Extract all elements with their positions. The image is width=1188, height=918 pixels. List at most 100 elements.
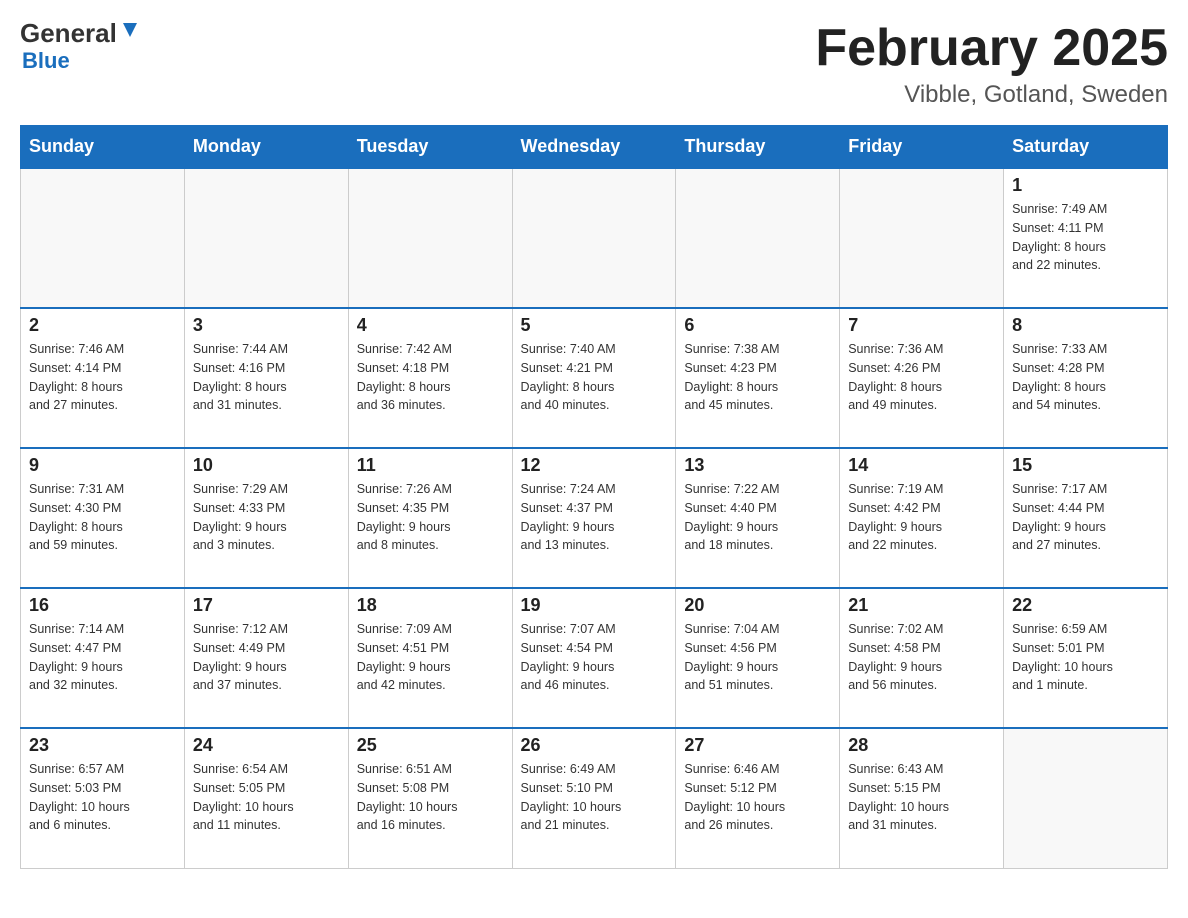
weekday-header-sunday: Sunday [21,126,185,169]
day-info: Sunrise: 7:12 AM Sunset: 4:49 PM Dayligh… [193,620,340,695]
calendar-cell: 11 Sunrise: 7:26 AM Sunset: 4:35 PM Dayli… [348,448,512,588]
calendar-cell: 12 Sunrise: 7:24 AM Sunset: 4:37 PM Dayli… [512,448,676,588]
calendar-cell [184,168,348,308]
calendar-cell: 25 Sunrise: 6:51 AM Sunset: 5:08 PM Dayli… [348,728,512,868]
calendar-cell: 9Sunrise: 7:31 AM Sunset: 4:30 PM Daylig… [21,448,185,588]
calendar-cell: 17 Sunrise: 7:12 AM Sunset: 4:49 PM Dayli… [184,588,348,728]
calendar-cell: 27 Sunrise: 6:46 AM Sunset: 5:12 PM Dayli… [676,728,840,868]
day-info: Sunrise: 6:57 AM Sunset: 5:03 PM Dayligh… [29,760,176,835]
calendar-cell: 22Sunrise: 6:59 AM Sunset: 5:01 PM Dayli… [1004,588,1168,728]
day-number: 8 [1012,315,1159,336]
day-info: Sunrise: 7:40 AM Sunset: 4:21 PM Dayligh… [521,340,668,415]
day-number: 21 [848,595,995,616]
logo: General Blue [20,20,141,74]
calendar-cell: 3Sunrise: 7:44 AM Sunset: 4:16 PM Daylig… [184,308,348,448]
calendar-body: 1 Sunrise: 7:49 AM Sunset: 4:11 PM Daylig… [21,168,1168,868]
day-info: Sunrise: 6:46 AM Sunset: 5:12 PM Dayligh… [684,760,831,835]
day-info: Sunrise: 7:04 AM Sunset: 4:56 PM Dayligh… [684,620,831,695]
day-number: 19 [521,595,668,616]
day-info: Sunrise: 7:22 AM Sunset: 4:40 PM Dayligh… [684,480,831,555]
calendar-table: SundayMondayTuesdayWednesdayThursdayFrid… [20,125,1168,869]
day-info: Sunrise: 7:09 AM Sunset: 4:51 PM Dayligh… [357,620,504,695]
day-number: 11 [357,455,504,476]
calendar-cell: 16 Sunrise: 7:14 AM Sunset: 4:47 PM Dayli… [21,588,185,728]
calendar-cell [512,168,676,308]
day-number: 27 [684,735,831,756]
week-row-3: 9Sunrise: 7:31 AM Sunset: 4:30 PM Daylig… [21,448,1168,588]
day-info: Sunrise: 7:02 AM Sunset: 4:58 PM Dayligh… [848,620,995,695]
calendar-cell [1004,728,1168,868]
day-number: 23 [29,735,176,756]
day-number: 6 [684,315,831,336]
calendar-cell: 6 Sunrise: 7:38 AM Sunset: 4:23 PM Daylig… [676,308,840,448]
day-info: Sunrise: 7:38 AM Sunset: 4:23 PM Dayligh… [684,340,831,415]
day-number: 9 [29,455,176,476]
weekday-header-row: SundayMondayTuesdayWednesdayThursdayFrid… [21,126,1168,169]
day-number: 24 [193,735,340,756]
title-block: February 2025 Vibble, Gotland, Sweden [815,20,1168,109]
day-number: 25 [357,735,504,756]
weekday-header-tuesday: Tuesday [348,126,512,169]
day-number: 14 [848,455,995,476]
day-info: Sunrise: 7:24 AM Sunset: 4:37 PM Dayligh… [521,480,668,555]
weekday-header-saturday: Saturday [1004,126,1168,169]
day-info: Sunrise: 7:29 AM Sunset: 4:33 PM Dayligh… [193,480,340,555]
day-number: 1 [1012,175,1159,196]
calendar-cell: 23 Sunrise: 6:57 AM Sunset: 5:03 PM Dayli… [21,728,185,868]
day-number: 3 [193,315,340,336]
day-number: 15 [1012,455,1159,476]
weekday-header-thursday: Thursday [676,126,840,169]
day-number: 13 [684,455,831,476]
calendar-cell: 15 Sunrise: 7:17 AM Sunset: 4:44 PM Dayli… [1004,448,1168,588]
calendar-header: SundayMondayTuesdayWednesdayThursdayFrid… [21,126,1168,169]
calendar-cell: 20 Sunrise: 7:04 AM Sunset: 4:56 PM Dayli… [676,588,840,728]
day-number: 5 [521,315,668,336]
calendar-cell [840,168,1004,308]
day-info: Sunrise: 7:26 AM Sunset: 4:35 PM Dayligh… [357,480,504,555]
day-info: Sunrise: 7:14 AM Sunset: 4:47 PM Dayligh… [29,620,176,695]
calendar-cell: 21 Sunrise: 7:02 AM Sunset: 4:58 PM Dayli… [840,588,1004,728]
day-info: Sunrise: 7:17 AM Sunset: 4:44 PM Dayligh… [1012,480,1159,555]
calendar-subtitle: Vibble, Gotland, Sweden [815,81,1168,109]
day-info: Sunrise: 7:19 AM Sunset: 4:42 PM Dayligh… [848,480,995,555]
calendar-cell: 5 Sunrise: 7:40 AM Sunset: 4:21 PM Daylig… [512,308,676,448]
day-number: 18 [357,595,504,616]
calendar-cell: 4Sunrise: 7:42 AM Sunset: 4:18 PM Daylig… [348,308,512,448]
calendar-cell: 8Sunrise: 7:33 AM Sunset: 4:28 PM Daylig… [1004,308,1168,448]
day-info: Sunrise: 6:54 AM Sunset: 5:05 PM Dayligh… [193,760,340,835]
week-row-1: 1 Sunrise: 7:49 AM Sunset: 4:11 PM Daylig… [21,168,1168,308]
day-number: 2 [29,315,176,336]
day-info: Sunrise: 7:36 AM Sunset: 4:26 PM Dayligh… [848,340,995,415]
calendar-title: February 2025 [815,20,1168,77]
calendar-cell: 14 Sunrise: 7:19 AM Sunset: 4:42 PM Dayli… [840,448,1004,588]
day-info: Sunrise: 6:49 AM Sunset: 5:10 PM Dayligh… [521,760,668,835]
day-number: 20 [684,595,831,616]
weekday-header-monday: Monday [184,126,348,169]
day-number: 16 [29,595,176,616]
day-info: Sunrise: 7:07 AM Sunset: 4:54 PM Dayligh… [521,620,668,695]
day-number: 22 [1012,595,1159,616]
day-info: Sunrise: 6:43 AM Sunset: 5:15 PM Dayligh… [848,760,995,835]
day-number: 17 [193,595,340,616]
calendar-cell: 7Sunrise: 7:36 AM Sunset: 4:26 PM Daylig… [840,308,1004,448]
calendar-cell [348,168,512,308]
calendar-cell [21,168,185,308]
day-info: Sunrise: 7:49 AM Sunset: 4:11 PM Dayligh… [1012,200,1159,275]
week-row-2: 2Sunrise: 7:46 AM Sunset: 4:14 PM Daylig… [21,308,1168,448]
calendar-cell: 26Sunrise: 6:49 AM Sunset: 5:10 PM Dayli… [512,728,676,868]
day-info: Sunrise: 6:51 AM Sunset: 5:08 PM Dayligh… [357,760,504,835]
logo-general: General [20,20,117,46]
day-info: Sunrise: 7:42 AM Sunset: 4:18 PM Dayligh… [357,340,504,415]
calendar-cell: 24 Sunrise: 6:54 AM Sunset: 5:05 PM Dayli… [184,728,348,868]
calendar-cell [676,168,840,308]
day-number: 10 [193,455,340,476]
calendar-cell: 1 Sunrise: 7:49 AM Sunset: 4:11 PM Daylig… [1004,168,1168,308]
week-row-4: 16 Sunrise: 7:14 AM Sunset: 4:47 PM Dayli… [21,588,1168,728]
logo-blue: Blue [22,48,141,74]
page-header: General Blue February 2025 Vibble, Gotla… [20,20,1168,109]
logo-triangle-icon [119,19,141,41]
day-number: 12 [521,455,668,476]
calendar-cell: 13 Sunrise: 7:22 AM Sunset: 4:40 PM Dayli… [676,448,840,588]
calendar-cell: 18 Sunrise: 7:09 AM Sunset: 4:51 PM Dayli… [348,588,512,728]
weekday-header-friday: Friday [840,126,1004,169]
